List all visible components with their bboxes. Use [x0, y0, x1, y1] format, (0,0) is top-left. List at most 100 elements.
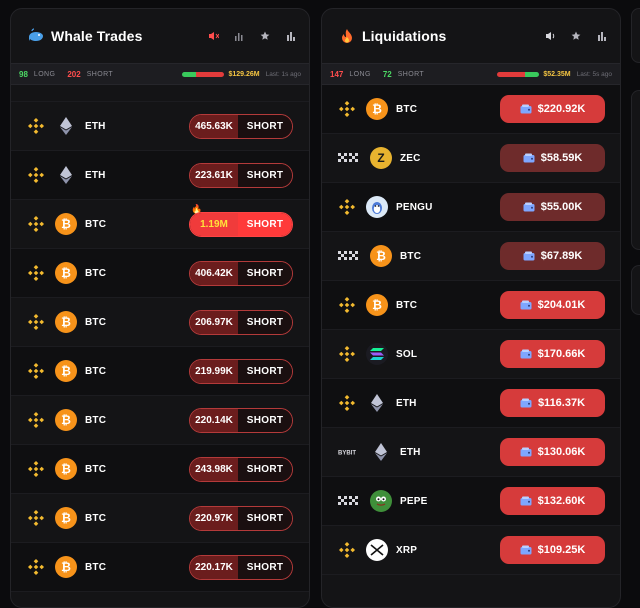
liquidation-amount: $170.66K — [537, 348, 586, 360]
coin-symbol: ETH — [400, 446, 421, 458]
wallet-icon — [520, 496, 532, 506]
okx-exchange-icon — [338, 149, 360, 167]
table-row[interactable]: PENGU $55.00K — [322, 183, 620, 232]
trade-pill[interactable]: 220.97K SHORT — [189, 506, 293, 531]
table-row[interactable]: BYBIT ETH $130.06K — [322, 428, 620, 477]
okx-exchange-icon — [338, 247, 360, 265]
eth-coin-icon — [356, 392, 388, 414]
liquidation-amount: $220.92K — [537, 103, 586, 115]
trade-pill[interactable]: 1.19M SHORT — [189, 212, 293, 237]
trade-pill[interactable]: 220.14K SHORT — [189, 408, 293, 433]
trade-side: SHORT — [238, 115, 292, 138]
binance-exchange-icon — [338, 198, 356, 216]
table-row[interactable]: ETH $116.37K — [322, 379, 620, 428]
coin-symbol: BTC — [396, 299, 418, 311]
liquidation-pill[interactable]: $132.60K — [500, 487, 605, 515]
table-row[interactable]: ₿ BTC 206.97K SHORT — [11, 298, 309, 347]
liquidations-panel: Liquidations 147 LONG 72 SHORT $52.35M L… — [321, 8, 621, 608]
binance-exchange-icon — [338, 541, 356, 559]
trade-pill[interactable]: 220.17K SHORT — [189, 555, 293, 580]
pengu-coin-icon — [356, 196, 388, 218]
trade-pill[interactable]: 406.42K SHORT — [189, 261, 293, 286]
table-row[interactable]: XRP $109.25K — [322, 526, 620, 575]
wallet-icon — [523, 153, 535, 163]
liquidation-pill[interactable]: $220.92K — [500, 95, 605, 123]
table-row[interactable]: ₿ BTC 219.99K SHORT — [11, 347, 309, 396]
whale-controls — [207, 30, 297, 42]
last-update: Last: 1s ago — [265, 70, 301, 78]
binance-exchange-icon — [27, 215, 45, 233]
table-row[interactable]: ₿ BTC 220.17K SHORT — [11, 543, 309, 592]
trade-pill[interactable]: 206.97K SHORT — [189, 310, 293, 335]
coin-symbol: BTC — [400, 250, 422, 262]
btc-coin-icon: ₿ — [45, 360, 77, 382]
liquidation-pill[interactable]: $170.66K — [500, 340, 605, 368]
eth-coin-icon — [360, 441, 392, 463]
chart-icon[interactable] — [596, 30, 608, 42]
btc-coin-icon: ₿ — [45, 311, 77, 333]
star-icon[interactable] — [570, 30, 582, 42]
speaker-icon[interactable] — [544, 30, 556, 42]
coin-symbol: PENGU — [396, 201, 433, 213]
trade-pill[interactable]: 243.98K SHORT — [189, 457, 293, 482]
trade-pill[interactable]: 219.99K SHORT — [189, 359, 293, 384]
liquidation-pill[interactable]: $55.00K — [500, 193, 605, 221]
chart-icon[interactable] — [285, 30, 297, 42]
adjacent-panel-edge — [631, 90, 640, 250]
binance-exchange-icon — [27, 117, 45, 135]
eth-coin-icon — [45, 115, 77, 137]
long-count: 147 — [330, 69, 344, 79]
table-row[interactable]: ₿ BTC $220.92K — [322, 85, 620, 134]
table-row[interactable]: ₿ BTC 406.42K SHORT — [11, 249, 309, 298]
liquidation-amount: $204.01K — [537, 299, 586, 311]
table-row[interactable]: ₿ BTC 220.97K SHORT — [11, 494, 309, 543]
trade-pill[interactable]: 223.61K SHORT — [189, 163, 293, 188]
star-icon[interactable] — [259, 30, 271, 42]
coin-symbol: BTC — [396, 103, 418, 115]
trade-amount: 220.17K — [190, 556, 238, 579]
whale-stats-bar: 98 LONG 202 SHORT $129.26M Last: 1s ago — [11, 63, 309, 85]
btc-coin-icon: ₿ — [45, 556, 77, 578]
trade-amount: 1.19M — [190, 213, 238, 236]
table-row[interactable]: ₿ BTC 🔥 1.19M SHORT — [11, 200, 309, 249]
long-count: 98 — [19, 69, 28, 79]
pepe-coin-icon — [360, 490, 392, 512]
table-row[interactable]: ETH 223.61K SHORT — [11, 151, 309, 200]
panel-title: Whale Trades — [51, 28, 143, 44]
trade-pill[interactable]: 465.63K SHORT — [189, 114, 293, 139]
table-row[interactable]: SOL $170.66K — [322, 330, 620, 379]
coin-symbol: BTC — [85, 414, 107, 426]
table-row[interactable]: ₿ BTC $204.01K — [322, 281, 620, 330]
liquidation-pill[interactable]: $116.37K — [500, 389, 605, 417]
btc-coin-icon: ₿ — [45, 507, 77, 529]
binance-exchange-icon — [338, 100, 356, 118]
btc-coin-icon: ₿ — [356, 294, 388, 316]
liquidation-pill[interactable]: $204.01K — [500, 291, 605, 319]
table-row[interactable]: ₿ BTC 243.98K SHORT — [11, 445, 309, 494]
adjacent-panel-edge — [631, 265, 640, 315]
coin-symbol: ETH — [85, 169, 106, 181]
btc-coin-icon: ₿ — [45, 262, 77, 284]
long-short-ratio-bar — [497, 71, 540, 77]
liquidation-amount: $130.06K — [537, 446, 586, 458]
table-row[interactable]: ₿ BTC 220.14K SHORT — [11, 396, 309, 445]
sol-coin-icon — [356, 343, 388, 365]
liquidation-pill[interactable]: $58.59K — [500, 144, 605, 172]
table-row[interactable]: ETH 465.63K SHORT — [11, 102, 309, 151]
liquidation-pill[interactable]: $130.06K — [500, 438, 605, 466]
mute-icon[interactable] — [207, 30, 219, 42]
binance-exchange-icon — [27, 362, 45, 380]
trade-side: SHORT — [238, 164, 292, 187]
trade-side: SHORT — [238, 458, 292, 481]
liquidation-pill[interactable]: $109.25K — [500, 536, 605, 564]
coin-symbol: BTC — [85, 267, 107, 279]
whale-trades-panel: Whale Trades 98 LONG 202 SHORT $129.26M … — [10, 8, 310, 608]
table-row[interactable]: Z ZEC $58.59K — [322, 134, 620, 183]
table-row[interactable]: PEPE $132.60K — [322, 477, 620, 526]
liquidation-pill[interactable]: $67.89K — [500, 242, 605, 270]
short-count: 202 — [67, 69, 81, 79]
bars-icon[interactable] — [233, 30, 245, 42]
total-volume: $52.35M — [543, 70, 571, 78]
table-row[interactable]: ₿ BTC $67.89K — [322, 232, 620, 281]
coin-symbol: BTC — [85, 365, 107, 377]
